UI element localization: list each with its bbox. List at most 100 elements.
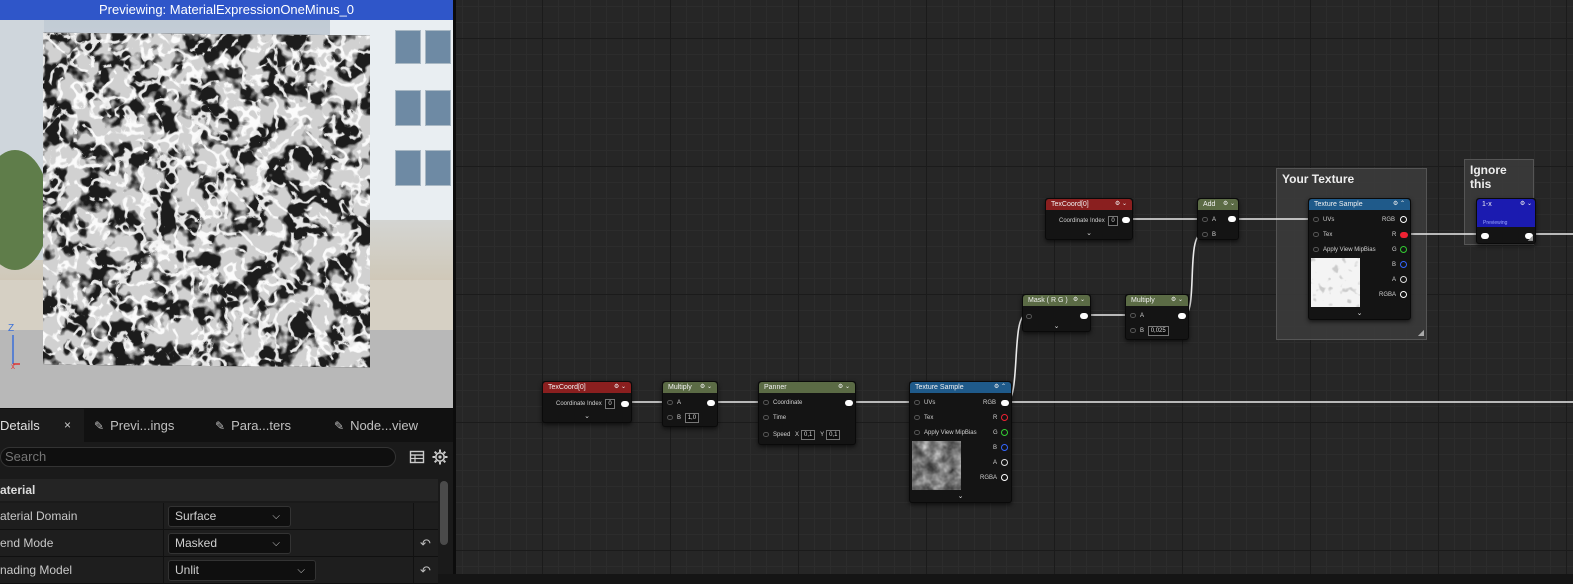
- speed-y-field[interactable]: 0,1: [826, 430, 841, 440]
- tab-parameters[interactable]: ✎ Para...ters: [215, 409, 325, 442]
- node-header[interactable]: Texture Sample ⚙ ⌃: [910, 382, 1011, 393]
- chevron-down-icon[interactable]: ⌄: [1046, 229, 1132, 237]
- chevron-down-icon[interactable]: ⌄: [1023, 322, 1090, 330]
- preview-viewport[interactable]: Previewing: MaterialExpressionOneMinus_0: [0, 0, 453, 408]
- input-pin[interactable]: [1313, 216, 1319, 222]
- output-pin[interactable]: [845, 400, 853, 406]
- node-options-icon[interactable]: ⚙ ⌄: [614, 382, 626, 393]
- node-header[interactable]: TexCoord[0] ⚙ ⌄: [543, 382, 631, 393]
- input-pin[interactable]: [763, 431, 769, 437]
- node-header[interactable]: Add ⚙ ⌄: [1198, 199, 1238, 210]
- tab-preview-settings[interactable]: ✎ Previ...ings: [94, 409, 204, 442]
- node-options-icon[interactable]: ⚙ ⌄: [1520, 199, 1532, 210]
- input-pin[interactable]: [667, 399, 673, 405]
- input-pin[interactable]: [914, 399, 920, 405]
- tab-node-preview[interactable]: ✎ Node...view: [334, 409, 453, 442]
- node-header[interactable]: Panner ⚙ ⌄: [759, 382, 855, 393]
- output-pin[interactable]: [621, 401, 629, 407]
- output-pin-a[interactable]: [1001, 459, 1008, 466]
- output-pin[interactable]: [1122, 217, 1130, 223]
- node-options-icon[interactable]: ⚙ ⌃: [1393, 199, 1405, 210]
- input-pin[interactable]: [1130, 312, 1136, 318]
- output-pin-b[interactable]: [1001, 444, 1008, 451]
- output-pin-rgba[interactable]: [1400, 291, 1407, 298]
- column-divider[interactable]: [163, 530, 164, 557]
- input-pin[interactable]: [914, 429, 920, 435]
- b-value-field[interactable]: 0,025: [1147, 326, 1169, 336]
- input-pin[interactable]: [1313, 231, 1319, 237]
- chevron-down-icon[interactable]: ⌄: [910, 492, 1011, 500]
- column-divider[interactable]: [163, 503, 164, 530]
- input-pin[interactable]: [1202, 216, 1208, 222]
- node-header[interactable]: Multiply ⚙ ⌄: [663, 382, 717, 393]
- input-pin[interactable]: [763, 399, 769, 405]
- node-header[interactable]: Mask ( R G ) ⚙ ⌄: [1023, 295, 1090, 306]
- reset-to-default-icon[interactable]: ↶: [420, 530, 431, 557]
- b-value-field[interactable]: 1,0: [684, 413, 700, 423]
- output-pin-b[interactable]: [1400, 261, 1407, 268]
- node-options-icon[interactable]: ⚙ ⌄: [838, 382, 850, 393]
- node-header[interactable]: TexCoord[0] ⚙ ⌄: [1046, 199, 1132, 210]
- search-field[interactable]: [0, 447, 396, 467]
- output-pin-rgba[interactable]: [1001, 474, 1008, 481]
- search-input[interactable]: [5, 449, 385, 464]
- output-pin-a[interactable]: [1400, 276, 1407, 283]
- node-header[interactable]: Multiply ⚙ ⌄: [1126, 295, 1188, 306]
- details-scrollbar[interactable]: [440, 481, 448, 545]
- category-header-material[interactable]: aterial: [0, 479, 438, 501]
- node-options-icon[interactable]: ⚙ ⌄: [1223, 199, 1235, 210]
- node-component-mask[interactable]: Mask ( R G ) ⚙ ⌄ ⌄: [1022, 294, 1091, 332]
- coordinate-index-field[interactable]: 0: [605, 399, 615, 409]
- output-pin-g[interactable]: [1001, 429, 1008, 436]
- chevron-down-icon[interactable]: ⌄: [543, 412, 631, 420]
- input-pin[interactable]: [667, 414, 673, 420]
- close-icon[interactable]: ×: [64, 409, 71, 442]
- table-view-icon[interactable]: [409, 449, 425, 465]
- node-add[interactable]: Add ⚙ ⌄ A B: [1197, 198, 1239, 240]
- output-pin[interactable]: [1228, 216, 1236, 222]
- node-options-icon[interactable]: ⚙ ⌄: [1171, 295, 1183, 306]
- pin-label-coordinate: Coordinate: [773, 400, 803, 406]
- output-pin[interactable]: [1178, 313, 1186, 319]
- input-pin[interactable]: [763, 414, 769, 420]
- node-options-icon[interactable]: ⚙ ⌄: [1115, 199, 1127, 210]
- node-header[interactable]: Texture Sample ⚙ ⌃: [1309, 199, 1410, 210]
- output-pin-r[interactable]: [1400, 232, 1408, 238]
- node-options-icon[interactable]: ⚙ ⌄: [1073, 295, 1085, 306]
- input-pin[interactable]: [1026, 314, 1032, 319]
- output-pin[interactable]: [1080, 313, 1088, 319]
- column-divider[interactable]: [163, 557, 164, 584]
- node-texture-sample-right[interactable]: Texture Sample ⚙ ⌃ UVs Tex Apply View Mi…: [1308, 198, 1411, 320]
- output-pin-rgb[interactable]: [1400, 216, 1407, 223]
- resize-grip-icon[interactable]: ◢: [1528, 234, 1533, 242]
- building-window: [395, 150, 421, 186]
- node-multiply-left[interactable]: Multiply ⚙ ⌄ A B 1,0: [662, 381, 718, 427]
- input-pin[interactable]: [1481, 233, 1489, 239]
- node-one-minus[interactable]: 1-x ⚙ ⌄ Previewing ◢: [1476, 198, 1536, 244]
- output-pin[interactable]: [707, 400, 715, 406]
- output-pin-rgb[interactable]: [1001, 400, 1009, 406]
- node-texcoord-top[interactable]: TexCoord[0] ⚙ ⌄ Coordinate Index 0 ⌄: [1045, 198, 1133, 240]
- tab-details[interactable]: Details ×: [0, 409, 84, 442]
- node-texcoord-left[interactable]: TexCoord[0] ⚙ ⌄ Coordinate Index 0 ⌄: [542, 381, 632, 423]
- node-options-icon[interactable]: ⚙ ⌄: [700, 382, 712, 393]
- coordinate-index-field[interactable]: 0: [1108, 216, 1118, 226]
- chevron-down-icon[interactable]: ⌄: [1309, 309, 1410, 317]
- reset-to-default-icon[interactable]: ↶: [420, 557, 431, 584]
- speed-x-field[interactable]: 0,1: [801, 430, 816, 440]
- node-options-icon[interactable]: ⚙ ⌃: [994, 382, 1006, 393]
- node-panner[interactable]: Panner ⚙ ⌄ Coordinate Time Speed X 0,1 Y0…: [758, 381, 856, 445]
- output-pin-g[interactable]: [1400, 246, 1407, 253]
- input-pin[interactable]: [914, 414, 920, 420]
- node-texture-sample-left[interactable]: Texture Sample ⚙ ⌃ UVs Tex Apply View Mi…: [909, 381, 1012, 503]
- blend-mode-dropdown[interactable]: Masked ⌵: [168, 533, 291, 554]
- input-pin[interactable]: [1202, 231, 1208, 237]
- gear-icon[interactable]: [432, 449, 448, 465]
- shading-model-dropdown[interactable]: Unlit ⌵: [168, 560, 316, 581]
- material-graph-canvas[interactable]: Your Texture ◢ Ignore this TexCoord[0] ⚙…: [456, 0, 1573, 574]
- input-pin[interactable]: [1130, 327, 1136, 333]
- node-multiply-top[interactable]: Multiply ⚙ ⌄ A B 0,025: [1125, 294, 1189, 340]
- material-domain-dropdown[interactable]: Surface ⌵: [168, 506, 291, 527]
- input-pin[interactable]: [1313, 246, 1319, 252]
- output-pin-r[interactable]: [1001, 414, 1008, 421]
